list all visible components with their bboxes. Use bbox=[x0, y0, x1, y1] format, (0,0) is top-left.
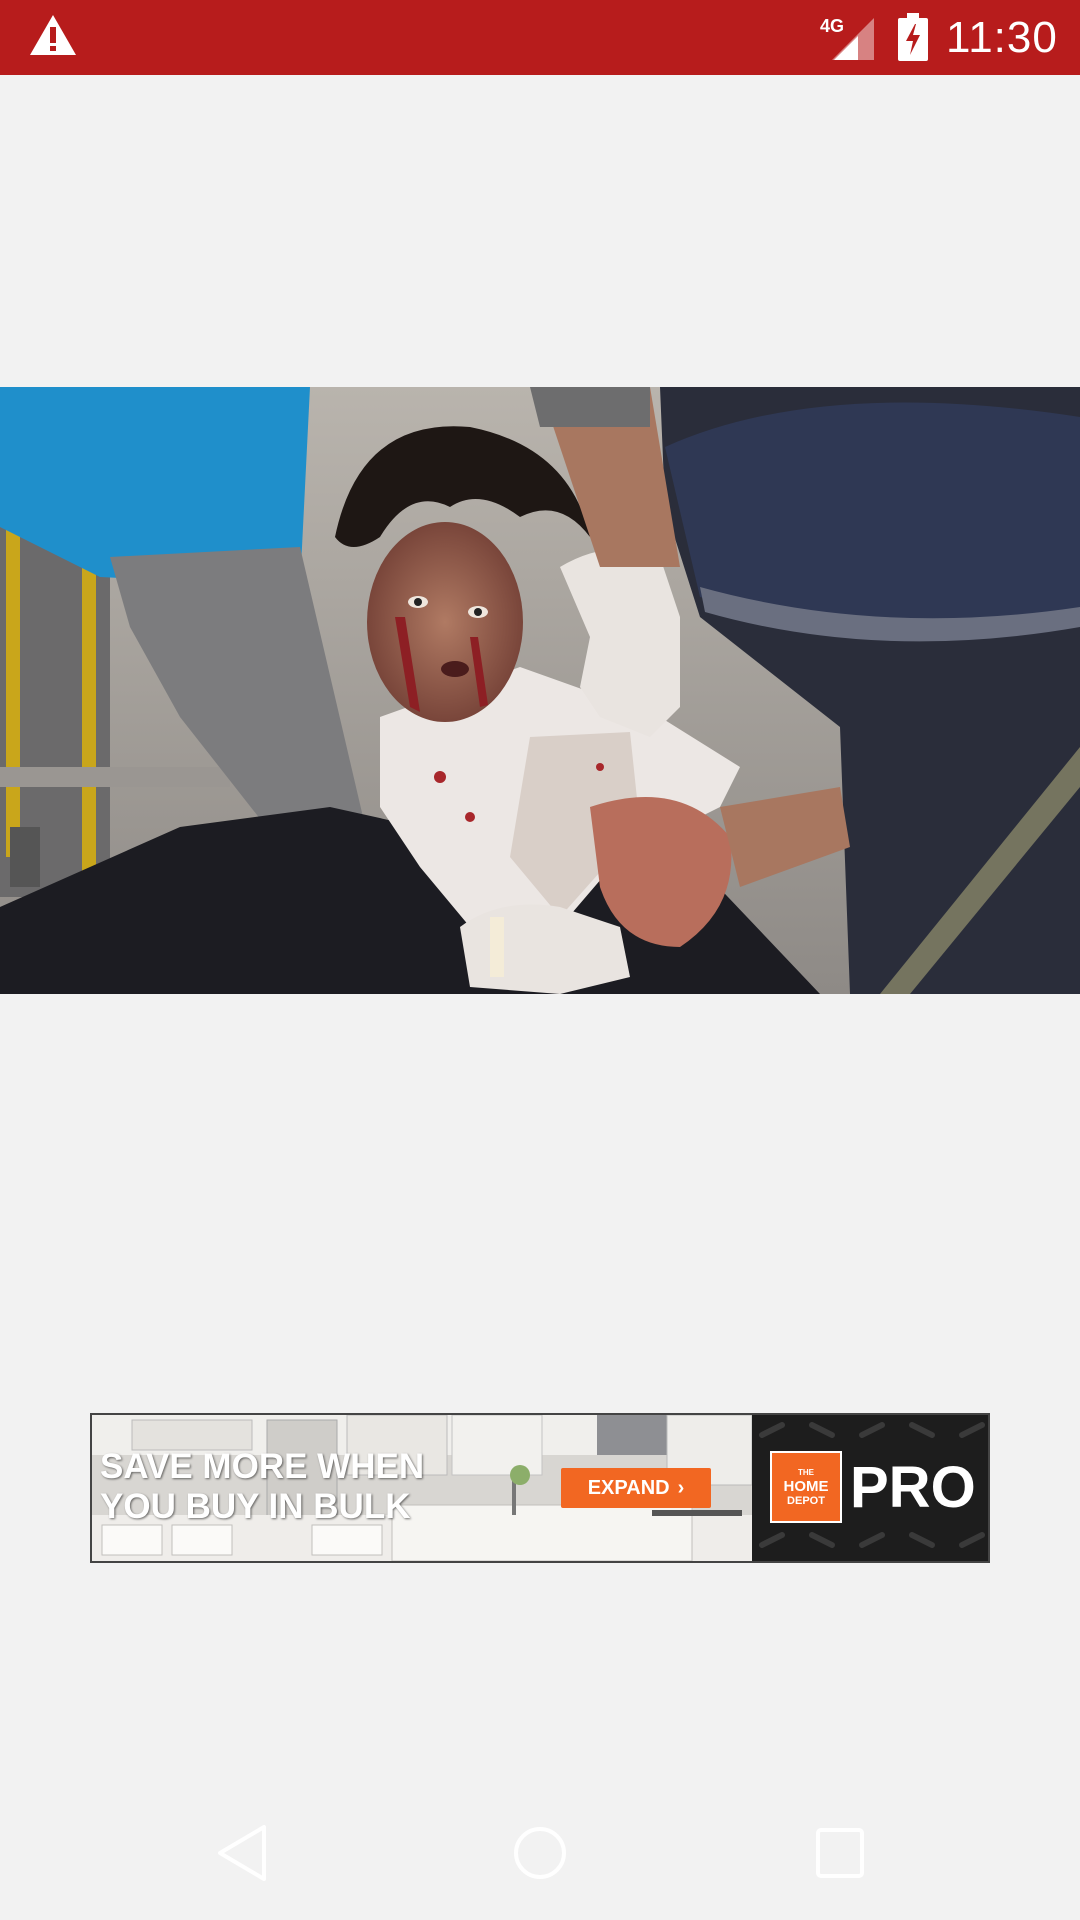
ad-banner[interactable]: SAVE MORE WHEN YOU BUY IN BULK EXPAND › … bbox=[90, 1413, 990, 1563]
ad-headline-line1: SAVE MORE WHEN bbox=[100, 1447, 425, 1486]
navigation-bar bbox=[0, 1800, 1080, 1920]
photo-illustration bbox=[0, 387, 1080, 994]
signal-icon: 4G bbox=[820, 16, 874, 60]
article-photo[interactable] bbox=[0, 387, 1080, 994]
expand-button[interactable]: EXPAND › bbox=[561, 1468, 711, 1508]
expand-label: EXPAND bbox=[587, 1476, 670, 1499]
warning-icon bbox=[30, 15, 76, 55]
back-icon[interactable] bbox=[214, 1823, 270, 1883]
battery-charging-icon bbox=[898, 13, 928, 61]
chevron-right-icon: › bbox=[677, 1476, 685, 1499]
pro-label: PRO bbox=[850, 1455, 976, 1520]
clock: 11:30 bbox=[946, 13, 1058, 62]
home-icon[interactable] bbox=[510, 1823, 570, 1883]
ad-brand-panel: THE HOME DEPOT PRO bbox=[752, 1415, 988, 1561]
status-bar: 4G 11:30 bbox=[0, 0, 1080, 75]
recents-icon[interactable] bbox=[812, 1826, 868, 1880]
network-label: 4G bbox=[820, 16, 844, 36]
home-depot-logo: THE HOME DEPOT bbox=[770, 1451, 842, 1523]
ad-headline: SAVE MORE WHEN YOU BUY IN BULK bbox=[100, 1447, 480, 1527]
ad-headline-line2: YOU BUY IN BULK bbox=[100, 1487, 411, 1526]
